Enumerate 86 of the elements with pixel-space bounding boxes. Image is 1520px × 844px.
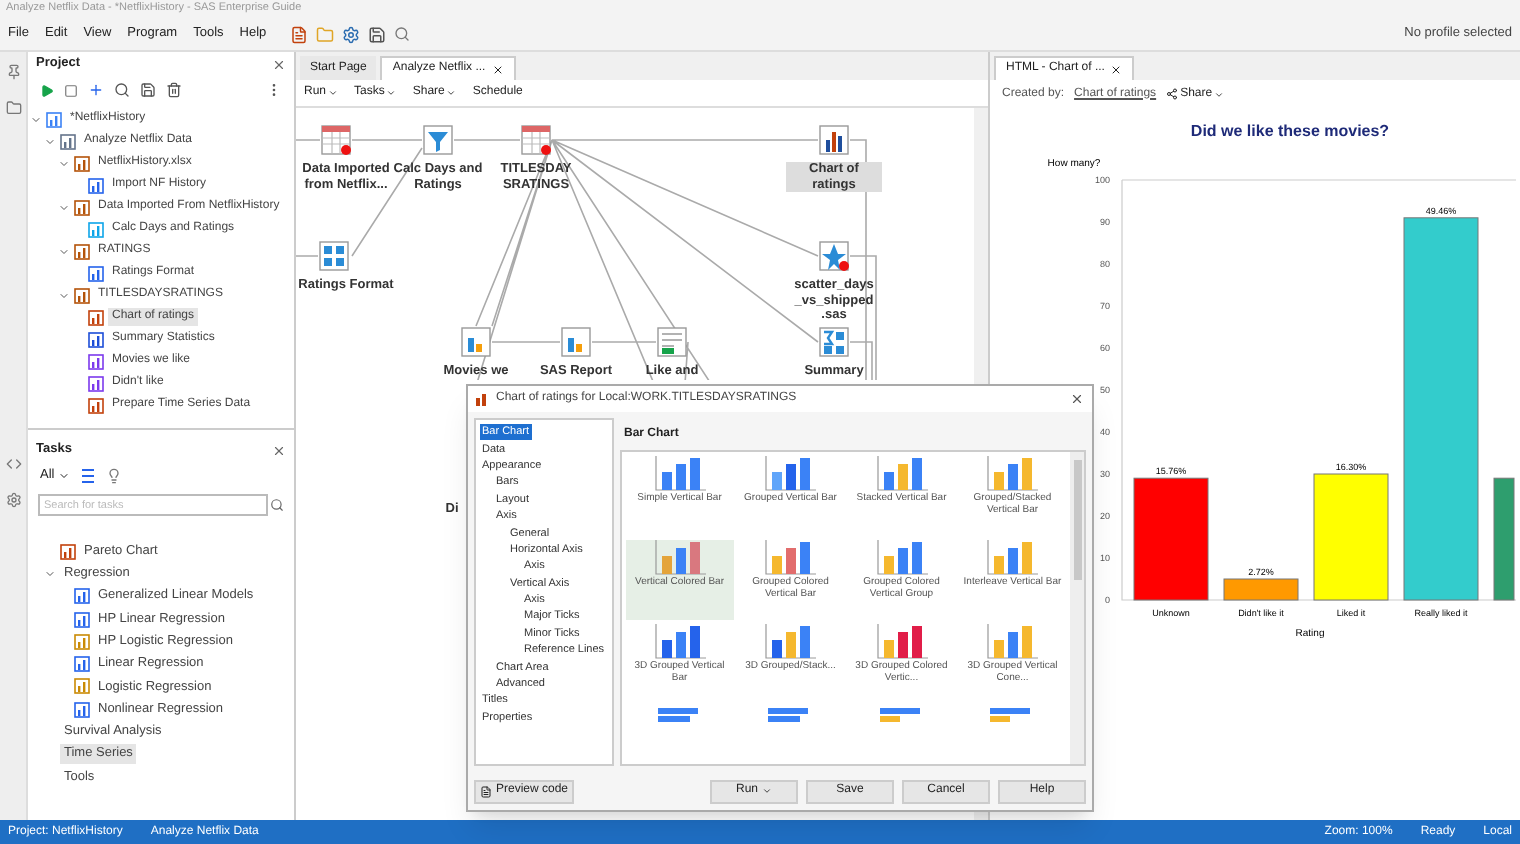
save-icon[interactable] bbox=[368, 25, 387, 43]
bar-chart-icon bbox=[764, 540, 817, 576]
flow-node-icon[interactable] bbox=[520, 124, 552, 156]
item-icon bbox=[74, 678, 90, 695]
document-icon bbox=[479, 785, 492, 797]
flow-node-icon[interactable] bbox=[460, 326, 492, 358]
item-icon bbox=[60, 133, 76, 149]
caret-icon bbox=[446, 88, 457, 98]
search-icon[interactable] bbox=[270, 498, 284, 512]
bar-chart-icon bbox=[986, 456, 1039, 492]
caret-icon bbox=[762, 786, 772, 796]
bar-chart-icon bbox=[875, 540, 928, 576]
scrollbar[interactable] bbox=[1070, 452, 1084, 764]
item-icon bbox=[74, 287, 90, 303]
item-icon bbox=[88, 375, 104, 391]
settings-icon[interactable] bbox=[342, 25, 361, 43]
delete-icon[interactable] bbox=[166, 82, 182, 98]
item-icon bbox=[74, 199, 90, 215]
item-icon bbox=[74, 243, 90, 259]
item-icon bbox=[60, 543, 76, 560]
item-icon bbox=[88, 221, 104, 237]
close-icon[interactable] bbox=[1110, 63, 1123, 75]
new-file-icon[interactable] bbox=[290, 25, 309, 43]
chart-title: Did we like these movies? bbox=[1190, 122, 1390, 140]
caret-icon bbox=[58, 470, 71, 482]
bar-chart-icon bbox=[986, 624, 1039, 660]
horizontal-bar-chart-icon bbox=[768, 708, 813, 724]
code-icon[interactable] bbox=[5, 456, 21, 472]
lightbulb-icon[interactable] bbox=[106, 468, 123, 484]
flow-node-icon[interactable] bbox=[818, 124, 850, 156]
horizontal-bar-chart-icon bbox=[879, 708, 924, 724]
expand-caret-icon[interactable] bbox=[30, 113, 42, 125]
flow-node-icon[interactable] bbox=[818, 240, 850, 272]
item-icon bbox=[88, 331, 104, 347]
settings-icon[interactable] bbox=[5, 492, 21, 508]
flow-node-icon[interactable] bbox=[318, 240, 350, 272]
flow-node-icon[interactable] bbox=[818, 326, 850, 358]
close-icon[interactable] bbox=[1070, 392, 1084, 406]
search-icon[interactable] bbox=[394, 26, 411, 42]
item-icon bbox=[88, 177, 104, 193]
flow-node-icon[interactable] bbox=[656, 326, 688, 358]
save-icon[interactable] bbox=[140, 82, 156, 98]
flow-node-icon[interactable] bbox=[320, 124, 352, 156]
bar-chart-icon bbox=[875, 624, 928, 660]
open-folder-icon[interactable] bbox=[316, 25, 335, 43]
expand-caret-icon[interactable] bbox=[58, 201, 70, 213]
item-icon bbox=[74, 611, 90, 628]
share-icon bbox=[1166, 88, 1179, 100]
add-icon[interactable] bbox=[88, 82, 104, 98]
item-icon bbox=[74, 656, 90, 673]
pin-icon[interactable] bbox=[5, 64, 21, 80]
item-icon bbox=[88, 397, 104, 413]
item-icon bbox=[88, 353, 104, 369]
item-icon bbox=[74, 155, 90, 171]
item-icon bbox=[74, 588, 90, 605]
flow-node-icon[interactable] bbox=[422, 124, 454, 156]
bar-chart-icon bbox=[653, 624, 706, 660]
bar-chart-icon bbox=[764, 456, 817, 492]
item-icon bbox=[88, 309, 104, 325]
stop-icon[interactable] bbox=[64, 83, 78, 97]
item-icon bbox=[74, 633, 90, 650]
caret-icon bbox=[1214, 89, 1225, 99]
item-icon bbox=[74, 701, 90, 718]
expand-caret-icon[interactable] bbox=[44, 135, 56, 147]
expand-caret-icon[interactable] bbox=[58, 289, 70, 301]
search-icon[interactable] bbox=[114, 82, 130, 98]
run-icon[interactable] bbox=[40, 83, 54, 97]
folder-icon[interactable] bbox=[5, 100, 21, 116]
flow-node-icon[interactable] bbox=[560, 326, 592, 358]
item-icon bbox=[88, 265, 104, 281]
list-view-icon[interactable] bbox=[80, 468, 97, 484]
bar-chart-icon bbox=[653, 456, 706, 492]
caret-icon bbox=[386, 88, 397, 98]
expand-caret-icon[interactable] bbox=[44, 567, 56, 580]
horizontal-bar-chart-icon bbox=[990, 708, 1035, 724]
horizontal-bar-chart-icon bbox=[657, 708, 702, 724]
chart-icon bbox=[476, 392, 490, 406]
caret-icon bbox=[328, 88, 339, 98]
expand-caret-icon[interactable] bbox=[58, 245, 70, 257]
bar-chart-icon bbox=[986, 540, 1039, 576]
bar-chart-icon bbox=[653, 540, 706, 576]
item-icon bbox=[46, 111, 62, 127]
close-icon[interactable] bbox=[491, 63, 504, 75]
bar-chart-icon bbox=[875, 456, 928, 492]
expand-caret-icon[interactable] bbox=[58, 157, 70, 169]
bar-chart-icon bbox=[764, 624, 817, 660]
